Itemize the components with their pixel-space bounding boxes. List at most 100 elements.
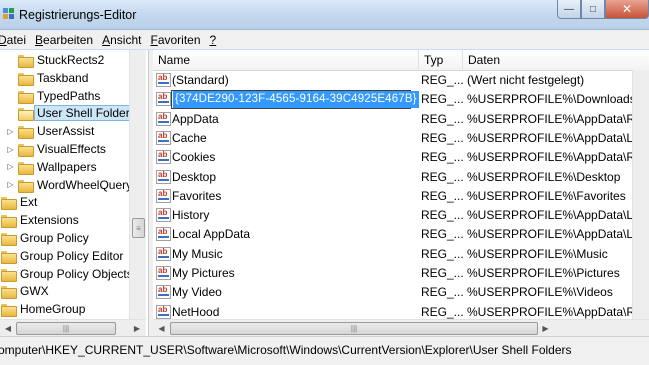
- scroll-right-icon[interactable]: ▶: [129, 320, 145, 337]
- maximize-button[interactable]: □: [581, 0, 605, 19]
- column-header-data[interactable]: Daten: [463, 50, 649, 71]
- value-data: %USERPROFILE%\AppData\Roar: [467, 111, 647, 126]
- value-name: My Pictures: [172, 266, 235, 280]
- string-value-icon: ab: [156, 73, 171, 87]
- tree-item-label: Group Policy: [20, 231, 89, 245]
- tree-hscroll-thumb[interactable]: |||: [16, 322, 116, 335]
- expand-arrow-icon[interactable]: ▷: [6, 127, 15, 136]
- tree-item[interactable]: ▷ Wallpapers: [6, 158, 97, 176]
- list-scroll-left-icon[interactable]: ◀: [153, 320, 170, 337]
- menu-item-bearbeiten[interactable]: Bearbeiten: [35, 33, 102, 47]
- string-value-icon: ab: [156, 304, 171, 319]
- string-value-icon: ab: [156, 246, 171, 261]
- tree-item-label: Extensions: [20, 213, 79, 228]
- registry-editor-icon: [3, 8, 14, 19]
- menu-item-ansicht[interactable]: Ansicht: [102, 33, 150, 47]
- folder-icon: [1, 232, 17, 246]
- tree-item[interactable]: StuckRects2: [6, 51, 104, 69]
- expand-arrow-icon[interactable]: ▷: [6, 145, 15, 154]
- values-list[interactable]: Name Typ Daten ab (Standard) REG_... (Wert …: [153, 50, 649, 336]
- value-row[interactable]: ab Desktop REG_... %USERPROFILE%\Desktop: [153, 168, 649, 187]
- folder-icon: [18, 179, 34, 193]
- tree-item[interactable]: Group Policy Editor: [0, 247, 123, 265]
- tree-item[interactable]: ▷ VisualEffects: [6, 140, 106, 158]
- folder-icon: [18, 54, 34, 68]
- tree-item[interactable]: User Shell Folders: [6, 104, 139, 122]
- list-vertical-scrollbar[interactable]: [632, 70, 649, 319]
- tree-item[interactable]: TypedPaths: [6, 87, 100, 105]
- value-name: Local AppData: [172, 227, 251, 242]
- menu-item-help[interactable]: ?: [210, 33, 226, 47]
- folder-icon: [18, 143, 34, 157]
- tree-item[interactable]: Ext: [0, 193, 37, 211]
- value-type: REG_...: [421, 227, 463, 242]
- key-tree[interactable]: StuckRects2 Taskband TypedPaths User Shell …: [0, 50, 149, 336]
- list-horizontal-scrollbar[interactable]: ◀ ||| ▶: [153, 319, 649, 336]
- value-row[interactable]: ab Local AppData REG_... %USERPROFILE%\AppD…: [153, 225, 649, 244]
- tree-item-label: TypedPaths: [37, 88, 101, 103]
- value-row[interactable]: ab Cache REG_... %USERPROFILE%\AppData\Loca…: [153, 129, 649, 148]
- column-header-type[interactable]: Typ: [419, 50, 463, 71]
- tree-item-label: HomeGroup: [20, 302, 86, 317]
- string-value-icon: ab: [156, 111, 171, 126]
- menu-item-favoriten[interactable]: Favoriten: [150, 33, 209, 47]
- expand-arrow-icon[interactable]: ▷: [6, 180, 15, 189]
- value-row[interactable]: ab AppData REG_... %USERPROFILE%\AppData\Ro…: [153, 110, 649, 129]
- value-data: %USERPROFILE%\AppData\Local: [467, 130, 647, 145]
- menu-item-datei[interactable]: Datei: [0, 33, 35, 47]
- value-type: REG_...: [421, 169, 463, 184]
- tree-item[interactable]: Taskband: [6, 69, 88, 87]
- tree-item-label: VisualEffects: [37, 142, 106, 156]
- tree-item[interactable]: Group Policy: [0, 229, 89, 247]
- string-value-icon: ab: [156, 92, 171, 107]
- tree-item[interactable]: Extensions: [0, 211, 79, 229]
- string-value-icon: ab: [156, 208, 171, 223]
- value-row[interactable]: ab Favorites REG_... %USERPROFILE%\Favorite…: [153, 187, 649, 206]
- string-value-icon: ab: [156, 227, 171, 242]
- folder-icon: [18, 90, 34, 104]
- tree-item-label: Group Policy Objects: [20, 266, 133, 281]
- title-bar[interactable]: Registrierungs-Editor — □ ✕: [0, 0, 649, 30]
- tree-item[interactable]: HomeGroup: [0, 300, 85, 318]
- tree-horizontal-scrollbar[interactable]: ◀ ||| ▶: [0, 319, 146, 336]
- tree-item[interactable]: ▷ WordWheelQuery: [6, 176, 132, 194]
- minimize-button[interactable]: —: [557, 0, 581, 19]
- expand-arrow-icon[interactable]: ▷: [6, 162, 15, 171]
- tree-item-label: UserAssist: [37, 124, 95, 139]
- value-row[interactable]: ab Cookies REG_... %USERPROFILE%\AppData\Ro…: [153, 148, 649, 167]
- value-type: REG_...: [421, 208, 463, 223]
- folder-icon: [1, 250, 17, 264]
- value-row[interactable]: ab My Video REG_... %USERPROFILE%\Videos: [153, 283, 649, 302]
- value-name: My Music: [172, 246, 223, 261]
- value-type: REG_...: [421, 73, 463, 87]
- menu-bar: Datei Bearbeiten Ansicht Favoriten?: [0, 30, 649, 49]
- value-type: REG_...: [421, 188, 463, 203]
- tree-item[interactable]: Group Policy Objects: [0, 265, 133, 283]
- value-row[interactable]: ab History REG_... %USERPROFILE%\AppData\Lo…: [153, 206, 649, 225]
- tree-item[interactable]: GWX: [0, 282, 49, 300]
- list-header: Name Typ Daten: [153, 50, 649, 71]
- tree-vscroll-thumb[interactable]: ≡: [132, 218, 145, 238]
- folder-icon: [1, 196, 17, 211]
- rename-input[interactable]: {374DE290-123F-4565-9164-39C4925E467B}: [171, 90, 419, 110]
- close-button[interactable]: ✕: [605, 0, 649, 19]
- value-data: %USERPROFILE%\Pictures: [467, 266, 620, 280]
- tree-item[interactable]: ▷ UserAssist: [6, 122, 94, 140]
- value-row[interactable]: ab (Standard) REG_... (Wert nicht festgeleg…: [153, 71, 649, 90]
- value-type: REG_...: [421, 150, 463, 165]
- column-header-name[interactable]: Name: [153, 50, 419, 71]
- value-name: (Standard): [172, 73, 229, 87]
- tree-vertical-scrollbar[interactable]: ≡: [129, 50, 146, 319]
- list-scroll-right-icon[interactable]: ▶: [537, 320, 554, 337]
- window-controls: — □ ✕: [557, 0, 649, 20]
- value-data: %USERPROFILE%\Favorites: [467, 188, 626, 203]
- list-hscroll-thumb[interactable]: |||: [170, 322, 538, 335]
- value-row[interactable]: ab {374DE290-123F-4565-9164-39C4925E467B}…: [153, 90, 649, 110]
- string-value-icon: ab: [156, 130, 171, 145]
- folder-icon: [1, 285, 17, 300]
- value-row[interactable]: ab My Pictures REG_... %USERPROFILE%\Pictur…: [153, 264, 649, 283]
- value-name: Cache: [172, 130, 207, 145]
- value-row[interactable]: ab My Music REG_... %USERPROFILE%\Music: [153, 245, 649, 264]
- scroll-left-icon[interactable]: ◀: [0, 320, 16, 337]
- folder-icon: [1, 303, 17, 318]
